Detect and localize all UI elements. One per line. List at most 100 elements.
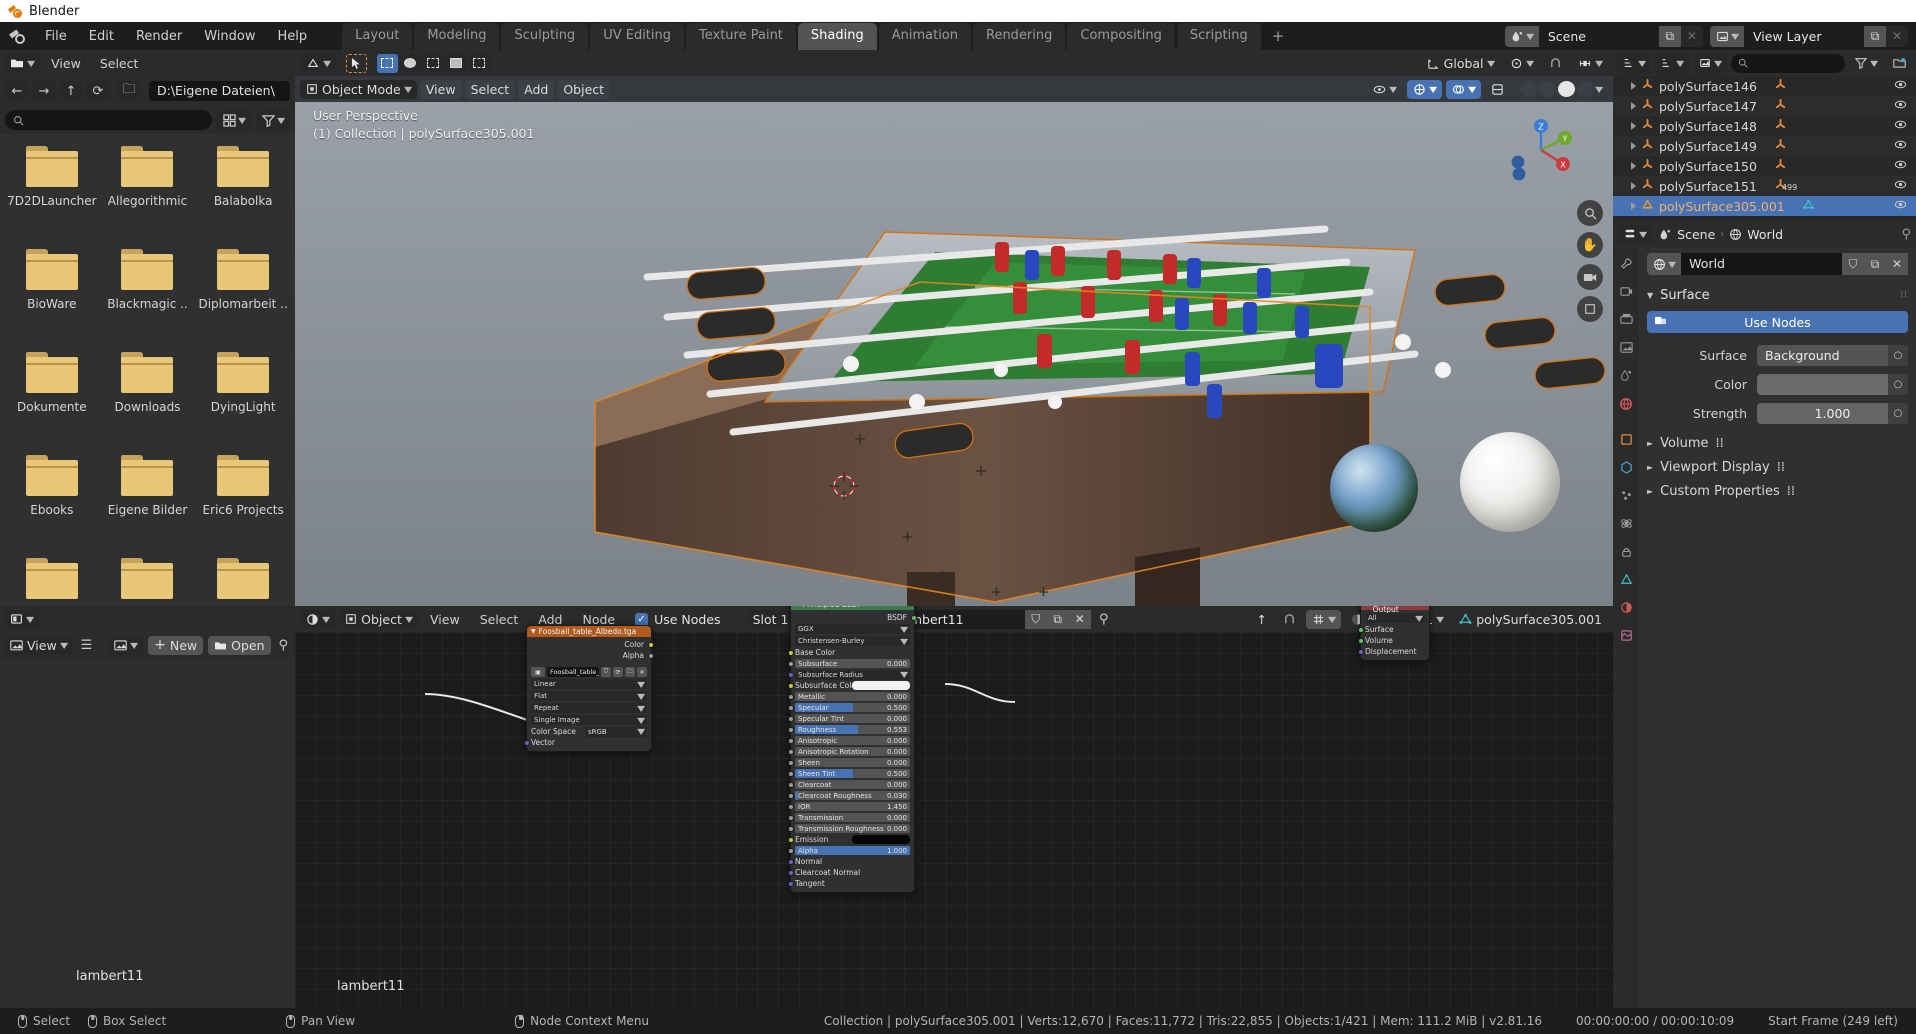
display-mode-button[interactable]: ▼ (217, 110, 251, 130)
distribution-dropdown[interactable]: GGX ▼ (795, 624, 910, 634)
bsdf-input-row[interactable]: Metallic 0.000 (788, 692, 910, 701)
bsdf-input-row[interactable]: Subsurface Radius ▼ (788, 669, 910, 680)
parent-directory-button[interactable]: ↑ (59, 81, 83, 101)
bsdf-input-socket[interactable] (788, 803, 794, 810)
tab-modifiers[interactable] (1617, 459, 1635, 476)
expand-triangle-icon[interactable] (1631, 82, 1636, 90)
folder-item[interactable] (6, 558, 98, 606)
panel-header-surface[interactable]: ▼ Surface ⁞⁞ (1647, 284, 1908, 306)
select-extend-icon[interactable] (446, 53, 468, 73)
shading-solid-icon[interactable] (1538, 81, 1556, 97)
bsdf-input-socket[interactable] (788, 869, 794, 876)
tab-texture-paint[interactable]: Texture Paint (686, 23, 796, 50)
outliner-scene-icon[interactable]: ▼ (1693, 53, 1728, 73)
outliner-filter-icon[interactable]: ▼ (1849, 54, 1883, 73)
outliner-row[interactable]: polySurface150 (1613, 156, 1916, 176)
new-directory-button[interactable]: 🗀 (117, 81, 141, 101)
shader-type-selector[interactable]: Object ▼ (339, 609, 419, 629)
editor-type-selector-outliner[interactable]: ▼ (1617, 53, 1652, 73)
bsdf-slider[interactable]: Roughness 0.553 (795, 725, 910, 734)
overlays-toggle[interactable]: ▼ (1445, 79, 1481, 99)
tab-particles[interactable] (1617, 487, 1635, 504)
bsdf-input-row[interactable]: Alpha 1.000 (788, 846, 910, 855)
tab-modeling[interactable]: Modeling (414, 23, 500, 50)
node-principled-bsdf[interactable]: ▼ Principled BSDF BSDF GGX▼ Christensen-… (788, 606, 917, 893)
bsdf-dropdown[interactable]: Subsurface Radius ▼ (795, 669, 910, 680)
socket-displacement-in[interactable] (1358, 648, 1364, 655)
bsdf-input-socket[interactable] (788, 792, 794, 799)
node-collapse-triangle-bsdf[interactable]: ▼ (795, 606, 800, 608)
refresh-button[interactable]: ⟳ (86, 81, 110, 101)
back-button[interactable]: ← (5, 81, 29, 101)
fake-user-button-world[interactable]: ⛉ (1842, 253, 1864, 275)
new-view-layer-button[interactable]: ⧉ (1864, 25, 1886, 47)
mesh-child-icon[interactable]: 499 (1774, 178, 1797, 194)
bsdf-input-row[interactable]: Anisotropic Rotation 0.000 (788, 747, 910, 756)
bsdf-color-swatch[interactable] (852, 835, 910, 844)
bsdf-input-socket[interactable] (788, 682, 794, 689)
panel-header-volume[interactable]: ► Volume ⁞⁞ (1647, 431, 1908, 455)
tab-constraints[interactable] (1617, 543, 1635, 560)
prop-value-color[interactable]: ○ (1757, 373, 1908, 395)
tab-data[interactable] (1617, 571, 1635, 588)
mode-selector[interactable]: Object Mode ▼ (300, 79, 417, 99)
bsdf-slider[interactable]: Metallic 0.000 (795, 692, 910, 701)
outliner-display-mode-selector[interactable]: ▼ (1655, 53, 1690, 73)
folder-item[interactable]: DyingLight (197, 352, 289, 441)
prop-value-strength[interactable]: 1.000 ○ (1757, 402, 1908, 424)
bsdf-input-row[interactable]: Specular Tint 0.000 (788, 714, 910, 723)
bsdf-input-row[interactable]: Clearcoat 0.000 (788, 780, 910, 789)
tab-animation[interactable]: Animation (878, 23, 971, 50)
visibility-eye-icon[interactable] (1894, 79, 1907, 93)
shader-menu-view[interactable]: View (422, 610, 468, 629)
menu-file[interactable]: File (34, 26, 78, 47)
folder-item[interactable]: Diplomarbeit .. (197, 249, 289, 338)
tab-scene[interactable] (1617, 367, 1635, 384)
bsdf-slider[interactable]: Transmission 0.000 (795, 813, 910, 822)
prop-link-dot-strength[interactable]: ○ (1888, 402, 1908, 424)
pivot-point-selector[interactable]: ▼ (1504, 54, 1539, 73)
viewport-menu-add[interactable]: Add (518, 79, 555, 99)
color-space-row[interactable]: Color Space sRGB ▼ (531, 726, 647, 737)
tab-view-layer[interactable] (1617, 339, 1635, 356)
forward-button[interactable]: → (32, 81, 56, 101)
tab-compositing[interactable]: Compositing (1067, 23, 1175, 50)
node-input-displacement[interactable]: Displacement (1358, 647, 1425, 656)
prop-link-dot-surface[interactable]: ○ (1888, 344, 1908, 366)
bsdf-input-row[interactable]: Sheen 0.000 (788, 758, 910, 767)
gizmo-toggle[interactable]: ▼ (1406, 79, 1442, 99)
toggle-ortho-icon[interactable] (1577, 296, 1603, 322)
menu-render[interactable]: Render (125, 26, 193, 47)
shading-rendered-icon[interactable] (1576, 81, 1594, 97)
snap-magnet-icon[interactable] (1543, 54, 1568, 73)
file-search-input[interactable] (5, 110, 212, 130)
bsdf-input-socket[interactable] (788, 726, 794, 733)
folder-item[interactable]: 7D2DLauncher (6, 146, 98, 235)
folder-item[interactable] (197, 558, 289, 606)
xray-toggle[interactable] (1485, 80, 1510, 99)
image-name-field[interactable]: Foosball_table_Albe.. (547, 667, 599, 677)
tab-physics[interactable] (1617, 515, 1635, 532)
image-browse-icon[interactable]: ▣ (531, 667, 545, 677)
breadcrumb-object[interactable]: polySurface305.001 (1453, 610, 1608, 629)
bsdf-input-socket[interactable] (788, 847, 794, 854)
target-dropdown[interactable]: All ▼ (1365, 613, 1425, 623)
bsdf-input-row[interactable]: Clearcoat Normal (788, 868, 910, 877)
expand-triangle-icon[interactable] (1631, 122, 1636, 130)
source-dropdown[interactable]: Single Image ▼ (531, 715, 647, 725)
outliner-row[interactable]: polySurface149 (1613, 136, 1916, 156)
editor-type-selector-viewport[interactable]: ▼ (300, 53, 337, 73)
open-image-button[interactable]: Open (208, 635, 271, 655)
fake-user-button[interactable]: ⛉ (1024, 609, 1047, 629)
editor-type-selector-shader[interactable]: ▼ (300, 609, 336, 629)
tab-render[interactable] (1617, 283, 1635, 300)
bsdf-input-row[interactable]: Anisotropic 0.000 (788, 736, 910, 745)
mesh-child-icon[interactable] (1774, 78, 1787, 94)
unlink-image-icon[interactable]: ✕ (637, 667, 647, 677)
node-image-texture[interactable]: ▼ Foosball_table_Albedo.tga Color Alpha … (524, 625, 654, 752)
remove-view-layer-button[interactable]: ✕ (1886, 26, 1908, 47)
folder-item[interactable]: BioWare (6, 249, 98, 338)
bsdf-slider[interactable]: Alpha 1.000 (795, 846, 910, 855)
bsdf-input-socket[interactable] (788, 704, 794, 711)
bsdf-input-row[interactable]: Tangent (788, 879, 910, 888)
